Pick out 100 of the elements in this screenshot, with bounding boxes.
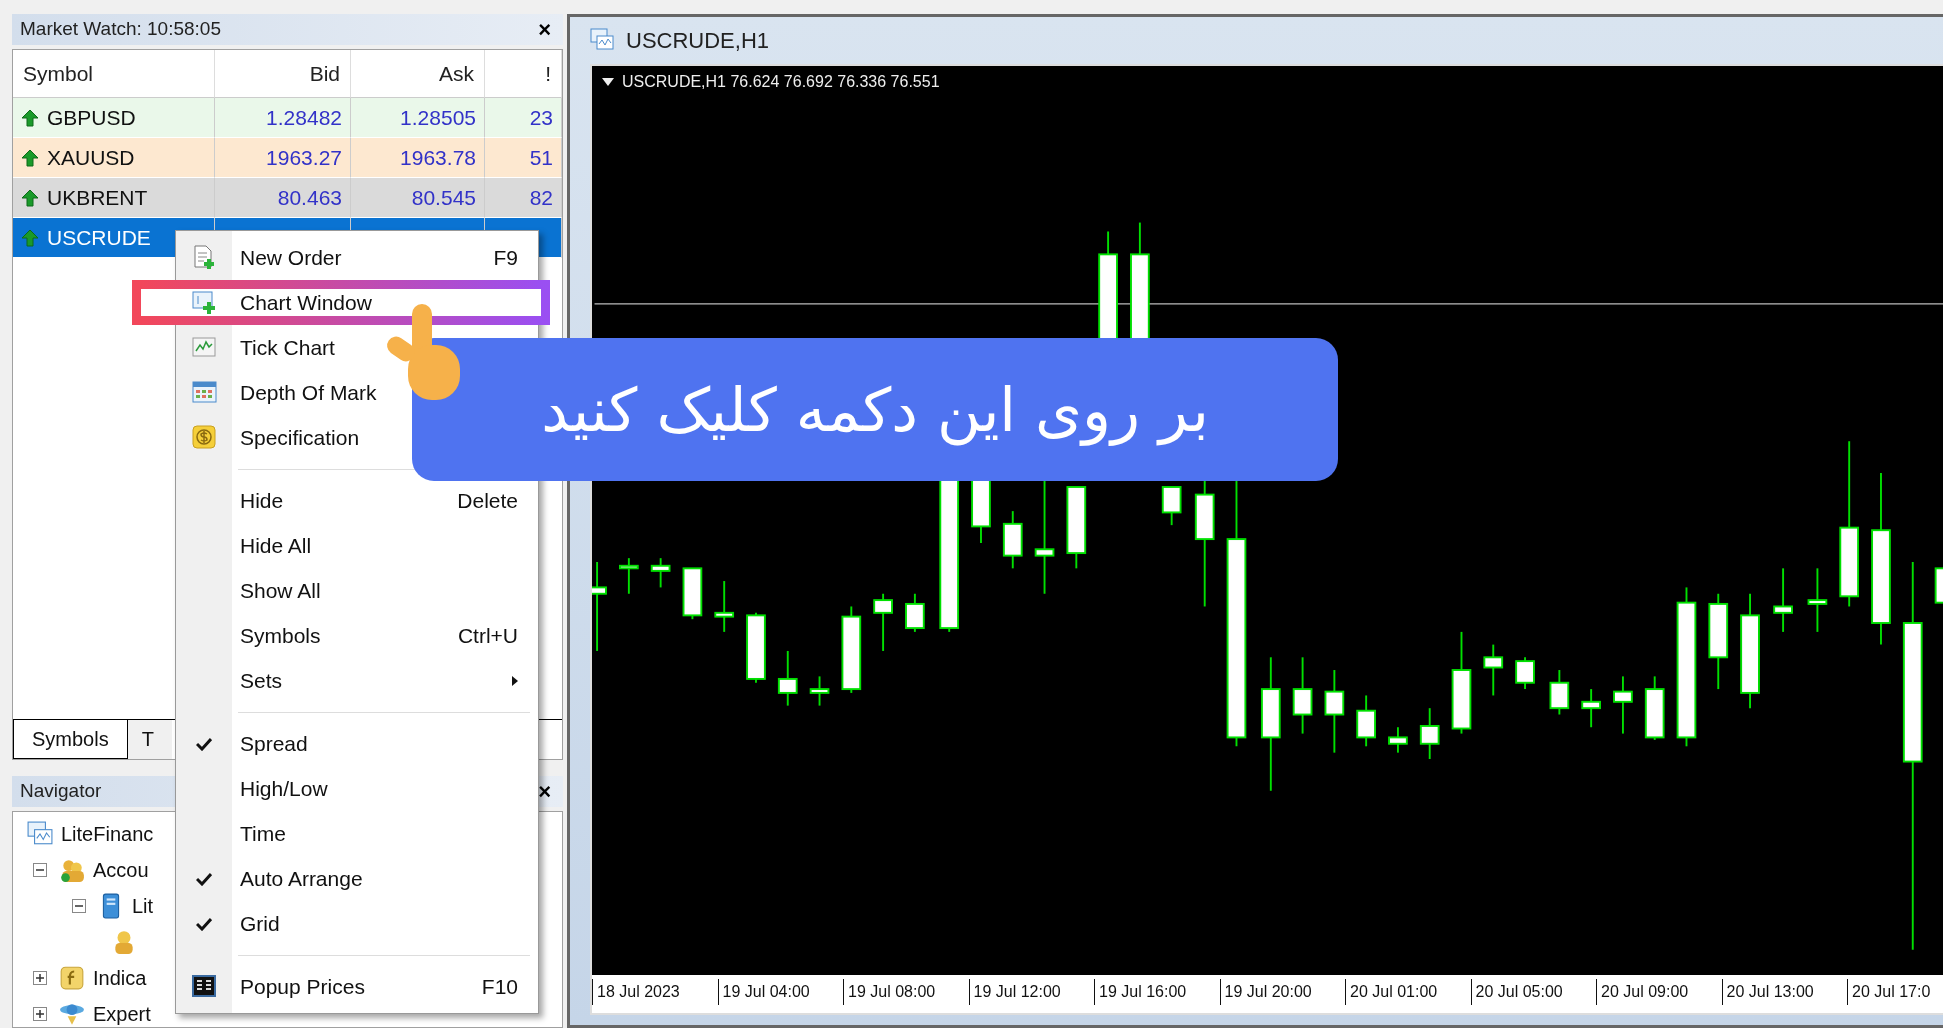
table-cell-text: 1.28505 [400,105,476,132]
time-axis-label: 20 Jul 01:00 [1345,979,1471,1005]
people-icon [59,857,85,884]
time-axis-label: 18 Jul 2023 [592,979,718,1005]
table-cell-text: 80.545 [411,185,476,212]
up-arrow-icon [21,189,39,207]
candlestick [1644,675,1665,741]
tree-item[interactable]: LiteFinanc [61,819,154,850]
table-cell-text: 80.463 [277,185,342,212]
dropdown-triangle-icon [602,77,614,86]
menu-item[interactable]: Hide All [176,523,538,568]
new-order-icon [191,245,217,270]
time-axis-label: 20 Jul 13:00 [1721,979,1847,1005]
candlestick [1419,707,1440,760]
checkmark-icon [196,871,212,886]
up-arrow-icon [21,229,39,247]
collapse-button[interactable] [33,863,47,878]
menu-item[interactable]: Show All [176,568,538,613]
symbol-name: XAUUSD [47,145,135,172]
menu-item[interactable]: Time [176,811,538,856]
candlestick [809,675,830,707]
candlestick [777,649,798,707]
candlestick [650,557,671,589]
chart-header: USCRUDE,H1 76.624 76.692 76.336 76.551 [622,71,940,92]
symbol-name: UKBRENT [47,185,148,212]
up-arrow-icon [21,149,39,167]
time-axis-label: 19 Jul 12:00 [968,979,1094,1005]
submenu-arrow-icon [512,675,518,686]
price-list-icon [191,974,217,999]
candlestick [682,567,703,621]
chart-plus-icon [191,290,217,315]
table-cell-text: 23 [529,105,553,132]
candlestick [873,592,893,652]
shortcut-label: F10 [481,973,518,1000]
table-row[interactable]: UKBRENT [13,178,215,219]
menu-item[interactable]: Chart Window [132,280,550,325]
collapse-button[interactable] [72,899,86,914]
time-axis-label: 19 Jul 20:00 [1219,979,1345,1005]
menu-item[interactable]: Auto Arrange [176,856,538,901]
candlestick [619,557,639,595]
checkmark-icon [196,916,212,931]
candlestick [905,592,925,633]
time-axis-label: 20 Jul 17:0 [1847,979,1943,1005]
checkmark-icon [196,736,212,751]
shortcut-label: Delete [457,487,518,514]
chart-window-icon [590,28,616,53]
table-cell-text: 1963.27 [266,145,342,172]
expand-button[interactable] [33,971,47,986]
up-arrow-icon [21,109,39,127]
candlestick [1807,567,1828,633]
time-axis-label: 19 Jul 08:00 [843,979,969,1005]
tab[interactable]: Symbols [13,719,128,759]
tab[interactable]: T [127,719,172,759]
candlestick [1549,668,1570,716]
menu-item[interactable]: Grid [176,901,538,946]
time-axis-label: 19 Jul 04:00 [717,979,843,1005]
candlestick [1356,694,1376,748]
tree-item[interactable]: Accou [93,855,149,886]
panel-title: Market Watch: 10:58:05 [20,17,221,42]
instruction-tooltip: بر روی این دکمه کلیک کنید [412,338,1338,481]
candlestick [1934,567,1943,604]
grid-table-icon [191,380,217,405]
menu-item[interactable]: Popup Prices F10 [176,964,538,1009]
panel-title: Navigator [20,779,102,804]
tick-chart-icon [191,335,217,360]
symbol-name: GBPUSD [47,105,136,132]
candlestick [1483,643,1504,697]
time-axis-label: 20 Jul 05:00 [1470,979,1596,1005]
tree-item[interactable]: Lit [132,891,154,922]
candlestick [1161,485,1182,526]
candlestick [1388,726,1408,754]
dollar-icon [191,425,217,450]
time-axis-label: 19 Jul 16:00 [1094,979,1220,1005]
candlestick [1773,567,1793,633]
function-icon [59,965,85,992]
close-button[interactable]: × [534,18,555,41]
expand-button[interactable] [33,1007,47,1022]
table-cell-text: 82 [529,185,553,212]
candlestick [1581,688,1601,729]
menu-item[interactable]: Sets [176,658,538,703]
window-title: USCRUDE,H1 [626,26,770,55]
symbol-name: USCRUDE [47,225,151,252]
tree-item[interactable]: Indica [93,963,147,994]
table-row[interactable]: GBPUSD [13,98,215,139]
table-cell-text: 51 [529,145,553,172]
table-cell-text: 1.28482 [266,105,342,132]
menu-item[interactable]: Spread [176,721,538,766]
candlestick [1002,510,1023,570]
table-cell-text: 1963.78 [400,145,476,172]
shortcut-label: Ctrl+U [457,622,518,649]
menu-item[interactable]: Symbols Ctrl+U [176,613,538,658]
shortcut-label: F9 [493,244,518,271]
time-axis-label: 20 Jul 09:00 [1596,979,1722,1005]
candlestick [714,580,735,633]
candlestick [1515,656,1535,690]
tree-item[interactable]: Expert [93,999,151,1027]
candlestick [1613,675,1633,735]
menu-item[interactable]: Hide Delete [176,478,538,523]
hat-icon [59,1001,85,1027]
table-row[interactable]: XAUUSD [13,138,215,179]
